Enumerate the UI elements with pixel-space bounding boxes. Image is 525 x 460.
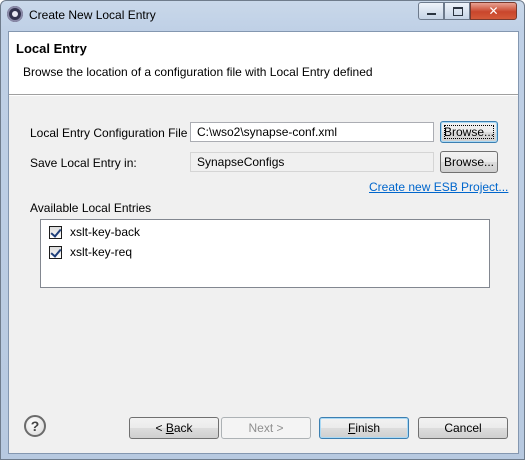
maximize-button[interactable]: [444, 2, 470, 20]
browse-save-label: Browse...: [443, 155, 494, 169]
finish-button[interactable]: Finish: [319, 417, 409, 439]
finish-label: Finish: [347, 421, 381, 435]
wizard-header: Local Entry Browse the location of a con…: [9, 32, 518, 94]
next-label: Next >: [248, 421, 284, 435]
list-item-label: xslt-key-back: [70, 225, 141, 239]
dialog-content: Local Entry Browse the location of a con…: [8, 31, 519, 454]
config-file-input[interactable]: [190, 122, 434, 142]
local-entries-list[interactable]: xslt-key-back xslt-key-req: [40, 219, 490, 288]
back-label: < Back: [155, 421, 193, 435]
help-icon[interactable]: ?: [24, 415, 46, 437]
minimize-button[interactable]: [418, 2, 444, 20]
next-button[interactable]: Next >: [221, 417, 311, 439]
page-description: Browse the location of a configuration f…: [23, 65, 373, 79]
window-title: Create New Local Entry: [29, 8, 156, 22]
cancel-button[interactable]: Cancel: [418, 417, 508, 439]
page-title: Local Entry: [16, 41, 87, 56]
browse-config-button[interactable]: Browse...: [440, 121, 498, 143]
save-in-field: [190, 152, 434, 172]
config-file-label: Local Entry Configuration File: [30, 126, 188, 140]
create-esb-project-link[interactable]: Create new ESB Project...: [369, 180, 508, 194]
cancel-label: Cancel: [444, 421, 482, 435]
checkbox-xslt-key-back[interactable]: [49, 226, 62, 239]
browse-save-button[interactable]: Browse...: [440, 151, 498, 173]
close-button[interactable]: ✕: [470, 2, 517, 20]
available-entries-label: Available Local Entries: [30, 201, 152, 215]
back-button[interactable]: < Back: [129, 417, 219, 439]
close-icon: ✕: [488, 4, 499, 18]
checkbox-xslt-key-req[interactable]: [49, 246, 62, 259]
dialog-window: Create New Local Entry ✕ Local Entry Bro…: [0, 0, 525, 460]
list-item-label: xslt-key-req: [70, 245, 133, 259]
title-bar[interactable]: Create New Local Entry ✕: [1, 1, 524, 27]
focus-indicator: [444, 125, 494, 139]
header-divider-highlight: [9, 95, 518, 96]
eclipse-icon: [7, 6, 23, 22]
save-in-label: Save Local Entry in:: [30, 156, 137, 170]
